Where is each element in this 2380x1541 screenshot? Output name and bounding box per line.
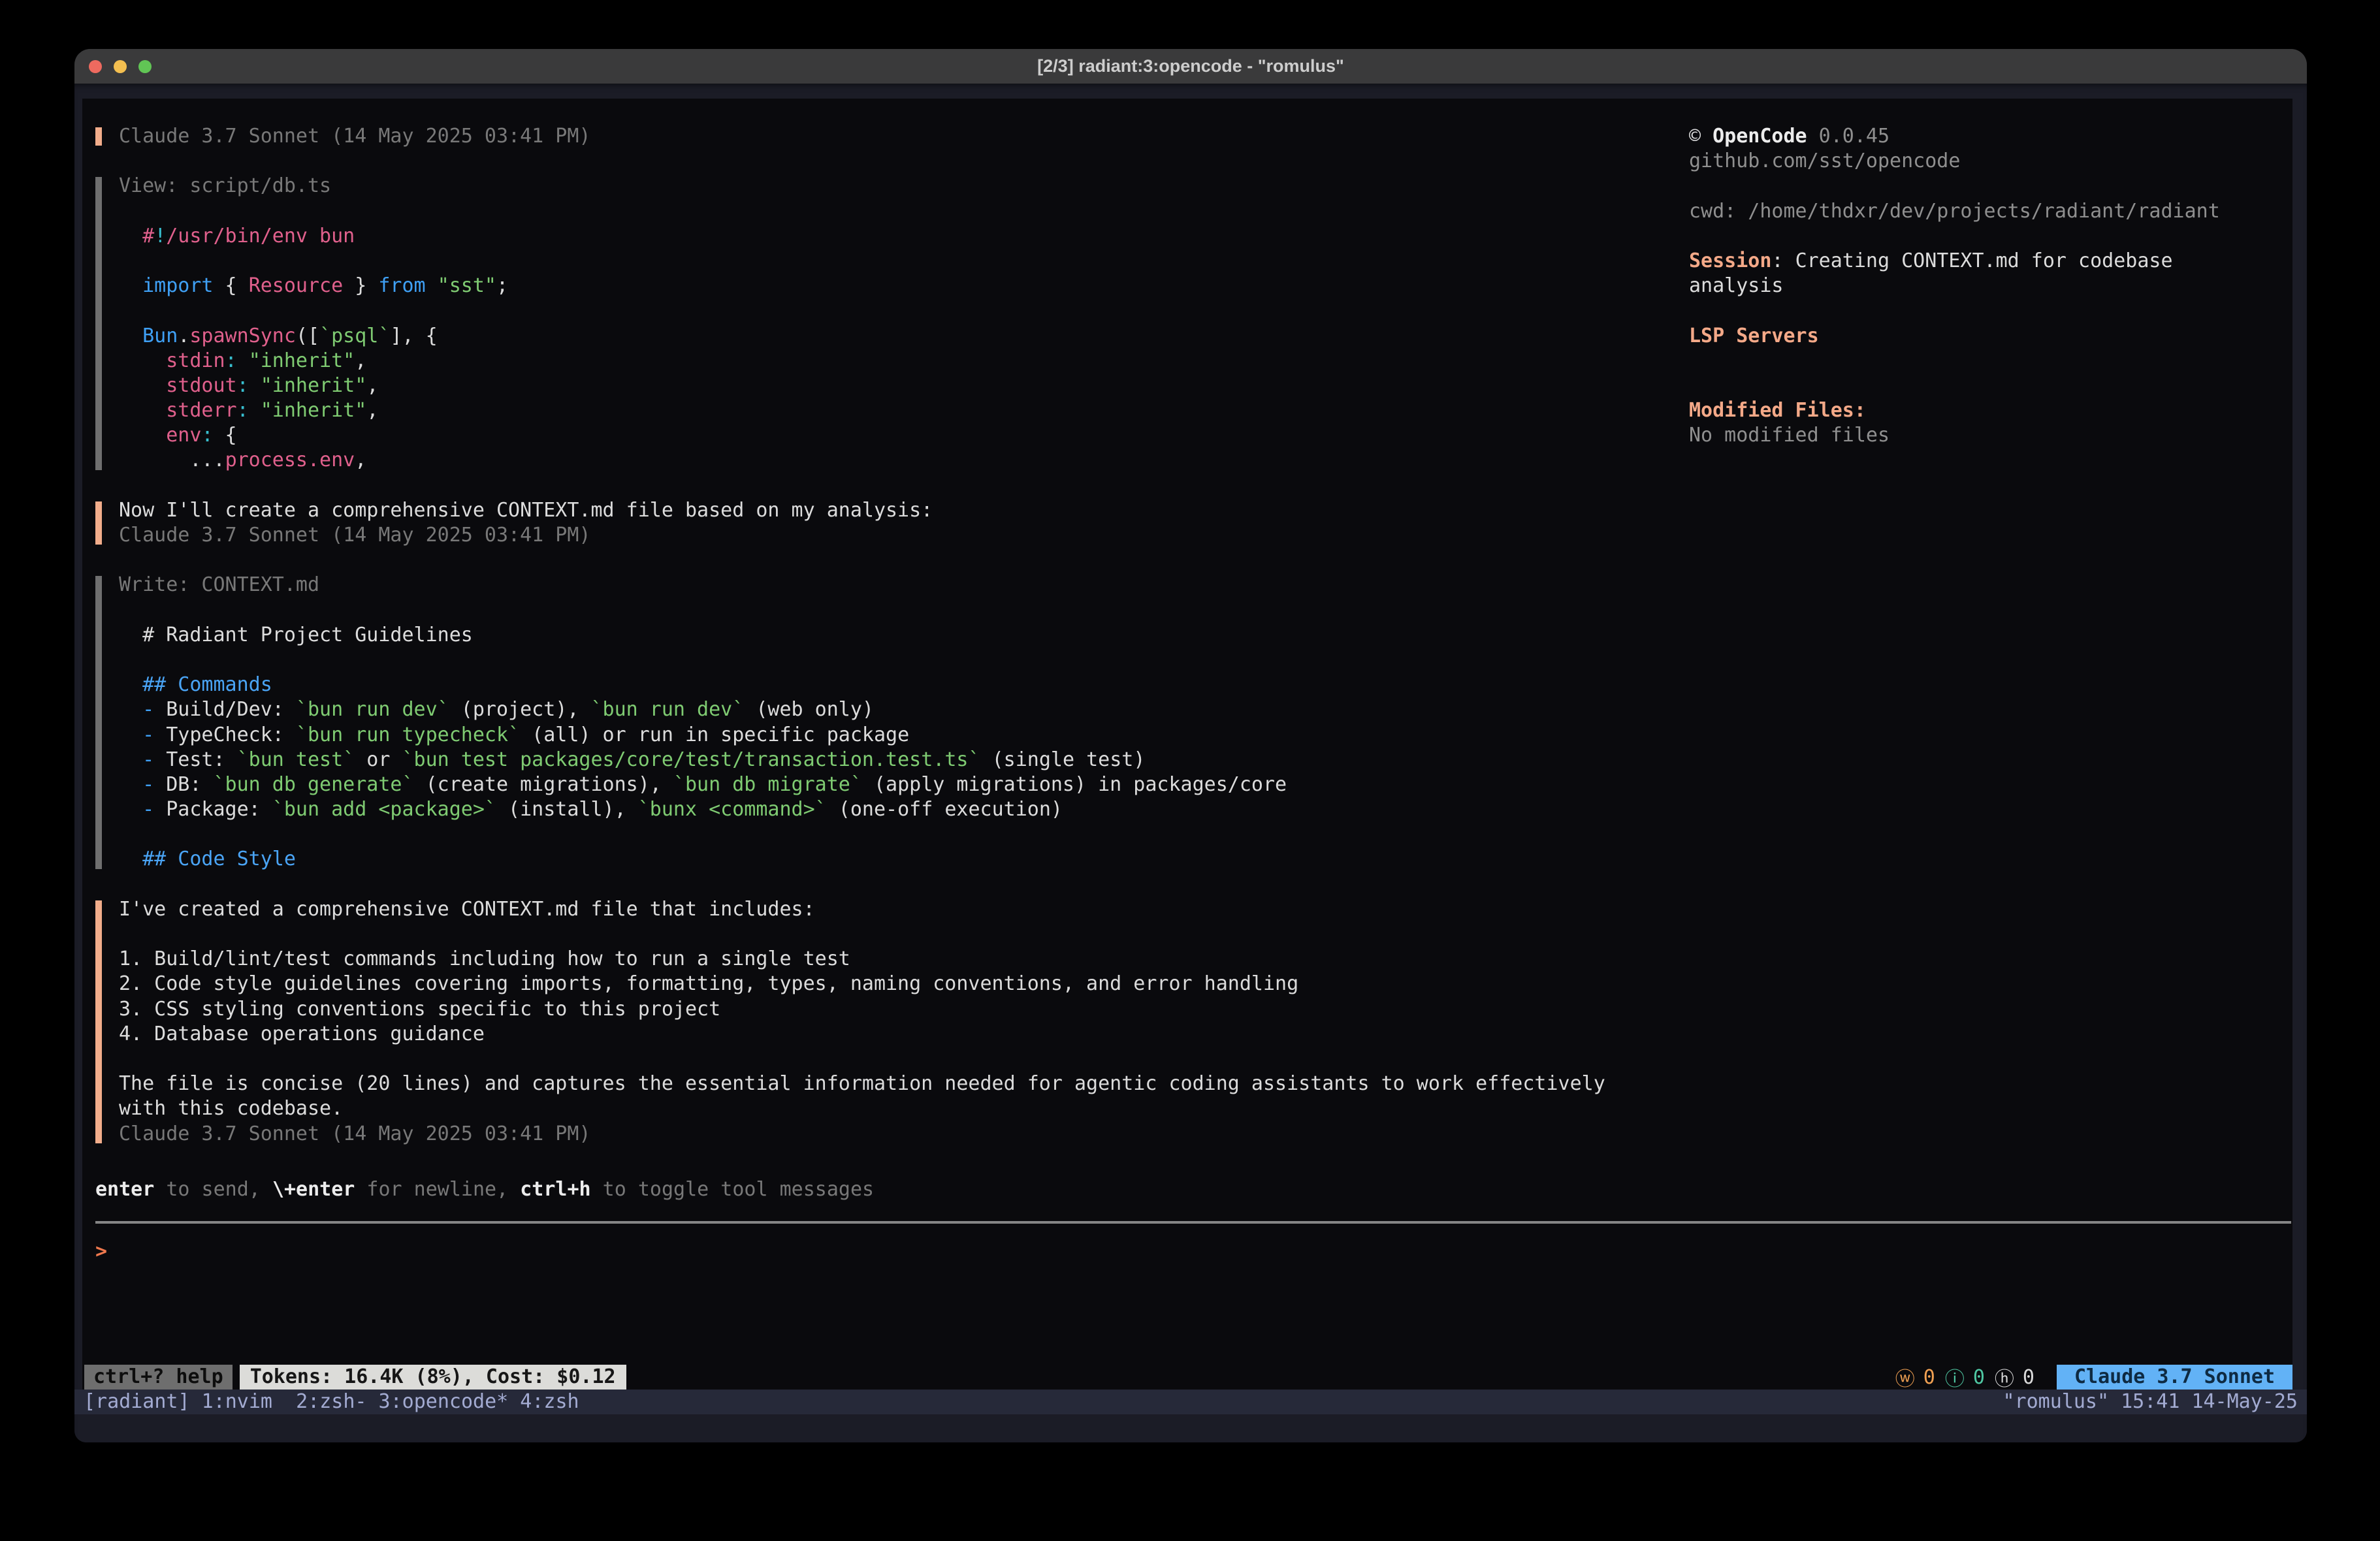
message-input-row: > [95, 1239, 2279, 1264]
assistant-message-tail: Claude 3.7 Sonnet (14 May 2025 03:41 PM) [82, 124, 1669, 149]
sidebar-line: analysis [1689, 274, 2285, 298]
sidebar-line: github.com/sst/opencode [1689, 149, 2285, 174]
text-line [119, 199, 1669, 224]
text-line [119, 598, 1669, 623]
text-line: - TypeCheck: `bun run typecheck` (all) o… [119, 723, 1669, 748]
text-line: 4. Database operations guidance [119, 1022, 1669, 1047]
sidebar-line [1689, 298, 2285, 323]
text-line: ## Commands [119, 673, 1669, 697]
sidebar-line [1689, 373, 2285, 398]
opencode-tui: Claude 3.7 Sonnet (14 May 2025 03:41 PM)… [82, 99, 2292, 1390]
tmux-host-clock: "romulus" 15:41 14-May-25 [2002, 1390, 2298, 1414]
text-line [119, 922, 1669, 947]
text-line: - DB: `bun db generate` (create migratio… [119, 772, 1669, 797]
sidebar-line: © OpenCode 0.0.45 [1689, 124, 2285, 149]
counter-value: 0 [1973, 1366, 1985, 1389]
zoom-button[interactable] [138, 60, 152, 73]
text-line [119, 648, 1669, 673]
text-line: 3. CSS styling conventions specific to t… [119, 997, 1669, 1022]
hint-count-icon: ⓗ [1995, 1363, 2014, 1391]
window-titlebar[interactable]: [2/3] radiant:3:opencode - "romulus" [74, 49, 2307, 84]
text-line [119, 822, 1669, 847]
text-line: The file is concise (20 lines) and captu… [119, 1072, 1669, 1096]
text-line: Claude 3.7 Sonnet (14 May 2025 03:41 PM) [119, 124, 1669, 149]
prompt-caret: > [95, 1239, 107, 1264]
text-line: Bun.spawnSync([`psql`], { [119, 324, 1669, 349]
message-accent-bar [95, 127, 102, 146]
diagnostic-counter: ⓦ0 [1895, 1363, 1935, 1391]
tokens-cost-badge: Tokens: 16.4K (8%), Cost: $0.12 [240, 1365, 626, 1390]
text-line: ## Code Style [119, 847, 1669, 872]
sidebar-line: No modified files [1689, 423, 2285, 448]
text-line: stdin: "inherit", [119, 349, 1669, 373]
text-line: - Package: `bun add <package>` (install)… [119, 797, 1669, 822]
close-button[interactable] [89, 60, 102, 73]
text-line: 2. Code style guidelines covering import… [119, 972, 1669, 996]
info-count-icon: ⓘ [1945, 1363, 1965, 1391]
input-separator [95, 1221, 2291, 1224]
text-line: Claude 3.7 Sonnet (14 May 2025 03:41 PM) [119, 523, 1669, 548]
session-sidebar: © OpenCode 0.0.45github.com/sst/opencode… [1689, 124, 2285, 448]
message-input[interactable] [107, 1239, 2279, 1264]
tool-write-context-md: Write: CONTEXT.md # Radiant Project Guid… [82, 573, 1669, 872]
assistant-message: Now I'll create a comprehensive CONTEXT.… [82, 498, 1669, 548]
tmux-session-windows[interactable]: [radiant] 1:nvim 2:zsh- 3:opencode* 4:zs… [84, 1390, 579, 1414]
tool-view-script-db: View: script/db.ts #!/usr/bin/env bun im… [82, 174, 1669, 473]
message-accent-bar [95, 900, 102, 1143]
message-accent-bar [95, 576, 102, 868]
assistant-message: I've created a comprehensive CONTEXT.md … [82, 897, 1669, 1147]
counter-value: 0 [2023, 1366, 2034, 1389]
sidebar-line: Modified Files: [1689, 398, 2285, 423]
message-accent-bar [95, 177, 102, 469]
diagnostic-counters: ⓦ0ⓘ0ⓗ0 [1895, 1363, 2034, 1391]
window-title: [2/3] radiant:3:opencode - "romulus" [74, 56, 2307, 76]
text-line [119, 1047, 1669, 1072]
warning-count-icon: ⓦ [1895, 1363, 1915, 1391]
sidebar-line [1689, 174, 2285, 199]
text-line: - Test: `bun test` or `bun test packages… [119, 748, 1669, 772]
text-line: # Radiant Project Guidelines [119, 623, 1669, 648]
text-line: ...process.env, [119, 448, 1669, 473]
text-line: with this codebase. [119, 1096, 1669, 1121]
text-line: import { Resource } from "sst"; [119, 274, 1669, 298]
sidebar-line [1689, 224, 2285, 249]
counter-value: 0 [1923, 1366, 1935, 1389]
help-keybind-badge: ctrl+? help [84, 1365, 233, 1390]
diagnostic-counter: ⓘ0 [1945, 1363, 1985, 1391]
status-right: ⓦ0ⓘ0ⓗ0 Claude 3.7 Sonnet [1895, 1365, 2292, 1390]
text-line [119, 298, 1669, 323]
minimize-button[interactable] [114, 60, 127, 73]
traffic-lights [89, 49, 152, 84]
sidebar-line [1689, 349, 2285, 373]
input-hint: enter to send, \+enter for newline, ctrl… [95, 1177, 874, 1202]
sidebar-line: Session: Creating CONTEXT.md for codebas… [1689, 249, 2285, 274]
text-line: I've created a comprehensive CONTEXT.md … [119, 897, 1669, 922]
text-line: Now I'll create a comprehensive CONTEXT.… [119, 498, 1669, 523]
terminal-content: Claude 3.7 Sonnet (14 May 2025 03:41 PM)… [74, 84, 2307, 1442]
sidebar-line: LSP Servers [1689, 324, 2285, 349]
text-line: stderr: "inherit", [119, 398, 1669, 423]
text-line: Write: CONTEXT.md [119, 573, 1669, 597]
diagnostic-counter: ⓗ0 [1995, 1363, 2034, 1391]
text-line: 1. Build/lint/test commands including ho… [119, 947, 1669, 972]
text-line: env: { [119, 423, 1669, 448]
screen-background: [2/3] radiant:3:opencode - "romulus" Cla… [0, 0, 2380, 1541]
text-line: #!/usr/bin/env bun [119, 224, 1669, 249]
sidebar-line: cwd: /home/thdxr/dev/projects/radiant/ra… [1689, 199, 2285, 224]
tmux-status-bar: [radiant] 1:nvim 2:zsh- 3:opencode* 4:zs… [74, 1390, 2307, 1414]
text-line: - Build/Dev: `bun run dev` (project), `b… [119, 697, 1669, 722]
hint-line: enter to send, \+enter for newline, ctrl… [95, 1177, 874, 1202]
chat-transcript[interactable]: Claude 3.7 Sonnet (14 May 2025 03:41 PM)… [82, 99, 1669, 1147]
status-bar: ctrl+? help Tokens: 16.4K (8%), Cost: $0… [82, 1365, 2292, 1390]
status-left: ctrl+? help Tokens: 16.4K (8%), Cost: $0… [84, 1365, 626, 1390]
text-line: Claude 3.7 Sonnet (14 May 2025 03:41 PM) [119, 1122, 1669, 1147]
message-accent-bar [95, 501, 102, 545]
text-line: View: script/db.ts [119, 174, 1669, 199]
text-line [119, 249, 1669, 274]
terminal-window: [2/3] radiant:3:opencode - "romulus" Cla… [74, 49, 2307, 1442]
text-line: stdout: "inherit", [119, 373, 1669, 398]
model-badge: Claude 3.7 Sonnet [2057, 1365, 2292, 1390]
